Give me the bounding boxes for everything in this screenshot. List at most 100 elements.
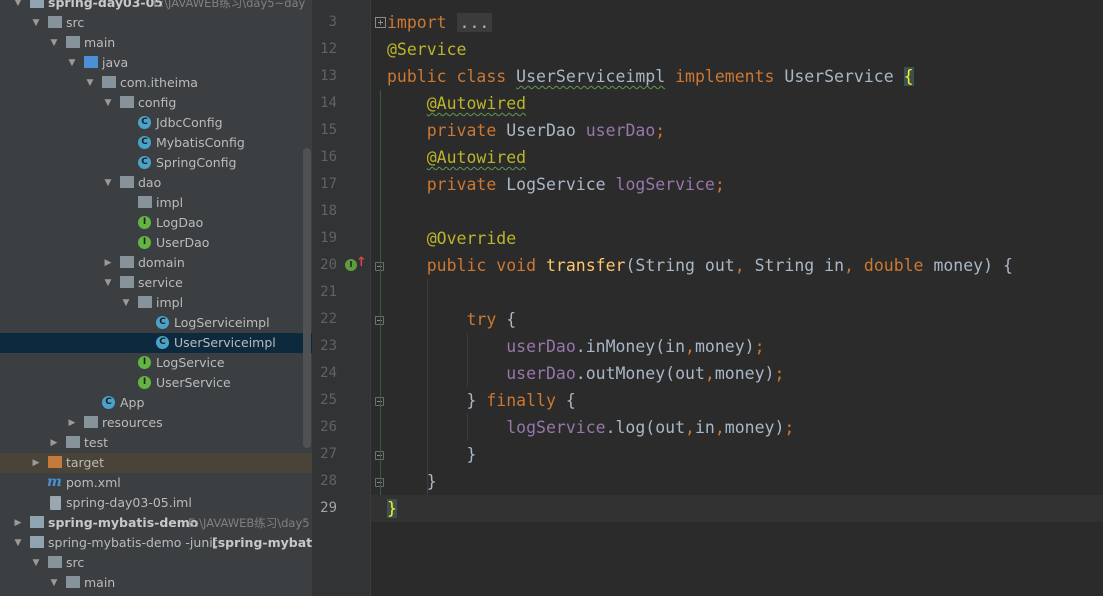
code-line-29[interactable]: } — [387, 495, 397, 522]
tree-file-iml[interactable]: spring-day03-05.iml — [0, 493, 312, 513]
tree-class-app[interactable]: C App — [0, 393, 312, 413]
semicolon: ; — [784, 418, 795, 437]
tree-folder-resources[interactable]: ▶ resources — [0, 413, 312, 433]
tree-interface-userservice[interactable]: I UserService — [0, 373, 312, 393]
chevron-down-icon[interactable]: ▼ — [84, 73, 96, 93]
file-icon — [50, 496, 61, 510]
keyword: public class — [387, 67, 507, 86]
chevron-down-icon[interactable]: ▼ — [12, 0, 24, 13]
code-line-27[interactable]: } — [387, 441, 476, 468]
tree-folder-main[interactable]: ▼ main — [0, 573, 312, 593]
tree-package-dao-impl[interactable]: impl — [0, 193, 312, 213]
chevron-down-icon[interactable]: ▼ — [12, 533, 24, 553]
tree-label: main — [84, 35, 116, 50]
keyword: double — [863, 256, 924, 275]
tree-interface-logservice[interactable]: I LogService — [0, 353, 312, 373]
chevron-right-icon[interactable]: ▶ — [12, 513, 24, 533]
code-line-22[interactable]: try { — [387, 306, 516, 333]
code-line-19[interactable]: @Override — [387, 225, 516, 252]
tree-file-pom-xml[interactable]: m pom.xml — [0, 473, 312, 493]
chevron-down-icon[interactable]: ▼ — [30, 553, 42, 573]
tree-module-spring-day03-05[interactable]: ▼ spring-day03-05 E:\JAVAWEB练习\day5~day — [0, 0, 312, 13]
chevron-down-icon[interactable]: ▼ — [102, 173, 114, 193]
tree-folder-main[interactable]: ▼ main — [0, 33, 312, 53]
tree-label: spring-mybatis-demo -junit — [48, 535, 218, 550]
tree-label: UserDao — [156, 235, 210, 250]
code-line-28[interactable]: } — [387, 468, 437, 495]
tree-interface-logdao[interactable]: I LogDao — [0, 213, 312, 233]
chevron-down-icon[interactable]: ▼ — [48, 573, 60, 593]
tree-package-com-itheima[interactable]: ▼ com.itheima — [0, 73, 312, 93]
code-line-20[interactable]: public void transfer(String out, String … — [387, 252, 1013, 279]
method-call: .outMoney(out — [575, 364, 705, 383]
fold-expand-icon[interactable] — [375, 17, 386, 28]
keyword: private — [426, 121, 497, 140]
argument: money) — [694, 337, 755, 356]
chevron-right-icon[interactable]: ▶ — [30, 453, 42, 473]
tree-interface-userdao[interactable]: I UserDao — [0, 233, 312, 253]
code-line-17[interactable]: private LogService logService; — [387, 171, 725, 198]
tree-label: spring-day03-05.iml — [66, 495, 192, 510]
tree-class-jdbcconfig[interactable]: C JdbcConfig — [0, 113, 312, 133]
tree-package-service-impl[interactable]: ▼ impl — [0, 293, 312, 313]
tree-class-logserviceimpl[interactable]: C LogServiceimpl — [0, 313, 312, 333]
chevron-right-icon[interactable]: ▶ — [66, 413, 78, 433]
comma: , — [685, 418, 695, 437]
tree-package-config[interactable]: ▼ config — [0, 93, 312, 113]
tree-label: service — [138, 275, 183, 290]
tree-class-mybatisconfig[interactable]: C MybatisConfig — [0, 133, 312, 153]
tree-folder-src[interactable]: ▼ src — [0, 13, 312, 33]
method-call: .inMoney(in — [575, 337, 686, 356]
change-marker — [380, 90, 381, 495]
tree-label: LogService — [156, 355, 225, 370]
tree-scrollbar[interactable] — [303, 148, 311, 448]
comma: , — [704, 364, 715, 383]
code-line-12[interactable]: @Service — [387, 36, 466, 63]
chevron-down-icon[interactable]: ▼ — [66, 53, 78, 73]
interface-icon: I — [138, 356, 151, 369]
tree-folder-src[interactable]: ▼ src — [0, 553, 312, 573]
line-number: 3 — [328, 14, 337, 30]
folded-imports[interactable]: ... — [456, 13, 493, 32]
package-icon — [120, 276, 134, 288]
chevron-down-icon[interactable]: ▼ — [102, 273, 114, 293]
tree-class-userserviceimpl[interactable]: C UserServiceimpl — [0, 333, 312, 353]
tree-module-spring-mybatis-demo[interactable]: ▶ spring-mybatis-demo E:\JAVAWEB练习\day5 — [0, 513, 312, 533]
chevron-right-icon[interactable]: ▶ — [102, 253, 114, 273]
tree-class-springconfig[interactable]: C SpringConfig — [0, 153, 312, 173]
chevron-down-icon[interactable]: ▼ — [48, 33, 60, 53]
tree-folder-target[interactable]: ▶ target — [0, 453, 312, 473]
code-line-14[interactable]: @Autowired — [387, 90, 526, 117]
tree-folder-java[interactable]: ▼ java — [0, 53, 312, 73]
tree-module-spring-mybatis-demo-junit[interactable]: ▼ spring-mybatis-demo -junit [spring-myb… — [0, 533, 312, 553]
line-number: 22 — [320, 311, 337, 327]
comma: , — [734, 256, 745, 275]
chevron-down-icon[interactable]: ▼ — [102, 93, 114, 113]
code-editor[interactable]: 3 12 13 14 15 16 17 18 19 20 21 22 23 24… — [312, 0, 1103, 596]
tree-package-dao[interactable]: ▼ dao — [0, 173, 312, 193]
code-line-23[interactable]: userDao.inMoney(in,money); — [387, 333, 764, 360]
tree-package-service[interactable]: ▼ service — [0, 273, 312, 293]
code-line-3[interactable]: import ... — [387, 9, 493, 36]
line-number: 24 — [320, 365, 337, 381]
chevron-down-icon[interactable]: ▼ — [30, 13, 42, 33]
tree-folder-test[interactable]: ▶ test — [0, 433, 312, 453]
interface-name: UserService — [784, 67, 894, 86]
code-line-15[interactable]: private UserDao userDao; — [387, 117, 665, 144]
module-folder-icon — [30, 536, 44, 548]
tree-package-domain[interactable]: ▶ domain — [0, 253, 312, 273]
chevron-down-icon[interactable]: ▼ — [120, 293, 132, 313]
main-class-icon: C — [102, 396, 115, 409]
module-folder-icon — [30, 0, 44, 8]
code-line-25[interactable]: } finally { — [387, 387, 575, 414]
code-line-26[interactable]: logService.log(out,in,money); — [387, 414, 794, 441]
chevron-right-icon[interactable]: ▶ — [48, 433, 60, 453]
code-line-16[interactable]: @Autowired — [387, 144, 526, 171]
project-tree[interactable]: ▼ spring-day03-05 E:\JAVAWEB练习\day5~day … — [0, 0, 312, 596]
tree-label: impl — [156, 195, 184, 210]
tree-label: spring-day03-05 — [48, 0, 163, 10]
tree-label: main — [84, 575, 116, 590]
code-line-24[interactable]: userDao.outMoney(out,money); — [387, 360, 784, 387]
code-line-13[interactable]: public class UserServiceimpl implements … — [387, 63, 914, 90]
implements-arrow-icon[interactable]: ↑ — [356, 255, 367, 270]
